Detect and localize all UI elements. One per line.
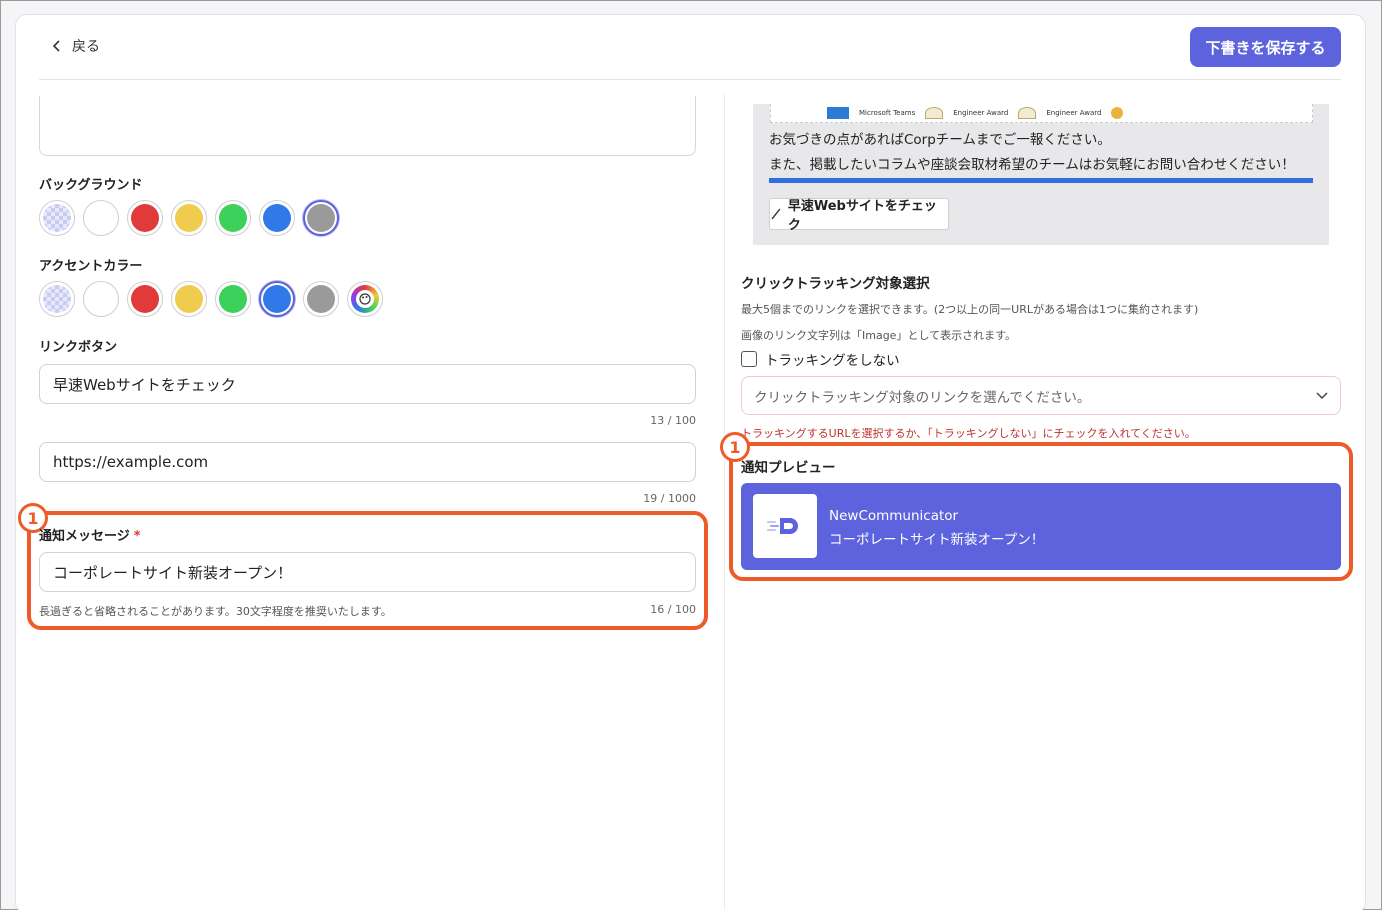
award-medal-icon xyxy=(1018,107,1037,119)
accent-swatch-gray[interactable] xyxy=(303,281,339,317)
accent-swatch-blue[interactable] xyxy=(259,281,295,317)
trophy-icon xyxy=(1111,107,1124,119)
slash-icon xyxy=(771,208,781,220)
background-swatch-red[interactable] xyxy=(127,200,163,236)
notif-message-label: 通知メッセージ * xyxy=(39,525,141,544)
teams-badge-icon xyxy=(827,107,849,119)
badge-label: Microsoft Teams xyxy=(859,109,916,117)
back-label: 戻る xyxy=(72,39,100,55)
background-swatch-green[interactable] xyxy=(215,200,251,236)
chevron-left-icon xyxy=(52,40,60,52)
notif-message-label-text: 通知メッセージ xyxy=(39,529,130,544)
badge-strip: Microsoft Teams Engineer Award Engineer … xyxy=(770,104,1313,123)
app-logo-icon xyxy=(753,494,817,558)
preview-link-button[interactable]: 早速Webサイトをチェック xyxy=(769,198,949,233)
preview-text-line1: お気づきの点があればCorpチームまでご一報ください。 xyxy=(769,132,1111,148)
accent-swatch-white[interactable] xyxy=(83,281,119,317)
tracking-link-select[interactable]: クリックトラッキング対象のリンクを選んでください。 xyxy=(741,376,1341,415)
notif-preview-message: コーポレートサイト新装オープン！ xyxy=(829,532,1045,548)
tracking-error-text: トラッキングするURLを選択するか、「トラッキングしない」にチェックを入れてくだ… xyxy=(741,427,1196,440)
preview-text-line2: また、掲載したいコラムや座談会取材希望のチームはお気軽にお問い合わせください！ xyxy=(769,157,1295,173)
notif-app-name: NewCommunicator xyxy=(829,508,959,524)
tracking-select-placeholder: クリックトラッキング対象のリンクを選んでください。 xyxy=(754,389,1091,406)
no-tracking-row[interactable]: トラッキングをしない xyxy=(741,349,900,369)
tracking-hint-1: 最大5個までのリンクを選択できます。(2つ以上の同一URLがある場合は1つに集約… xyxy=(741,303,1199,316)
background-label: バックグラウンド xyxy=(39,178,143,193)
tracking-hint-2: 画像のリンク文字列は「Image」として表示されます。 xyxy=(741,329,1017,342)
accent-swatch-yellow[interactable] xyxy=(171,281,207,317)
required-mark: * xyxy=(133,529,141,544)
background-swatch-yellow[interactable] xyxy=(171,200,207,236)
notif-message-count: 16 / 100 xyxy=(650,603,696,616)
preview-link-button-label: 早速Webサイトをチェック xyxy=(787,199,937,233)
back-link[interactable]: 戻る xyxy=(52,36,100,56)
column-divider xyxy=(724,94,725,910)
background-swatch-gray[interactable] xyxy=(303,200,339,236)
notif-message-input[interactable]: コーポレートサイト新装オープン！ xyxy=(39,552,696,592)
notif-message-hint: 長過ぎると省略されることがあります。30文字程度を推奨いたします。 xyxy=(39,605,392,618)
link-url-input[interactable]: https://example.com xyxy=(39,442,696,482)
body-textarea[interactable] xyxy=(39,96,696,156)
background-swatch-blue[interactable] xyxy=(259,200,295,236)
no-tracking-checkbox[interactable] xyxy=(741,351,757,367)
save-draft-button[interactable]: 下書きを保存する xyxy=(1190,27,1341,67)
background-swatches xyxy=(39,200,339,236)
link-button-text-count: 13 / 100 xyxy=(650,414,696,427)
accent-swatch-red[interactable] xyxy=(127,281,163,317)
background-swatch-white[interactable] xyxy=(83,200,119,236)
link-button-label: リンクボタン xyxy=(39,340,118,355)
chevron-down-icon xyxy=(1316,391,1328,399)
accent-swatch-green[interactable] xyxy=(215,281,251,317)
accent-color-label: アクセントカラー xyxy=(39,259,143,274)
link-url-count: 19 / 1000 xyxy=(643,492,696,505)
no-tracking-label: トラッキングをしない xyxy=(765,353,900,369)
tracking-label: クリックトラッキング対象選択 xyxy=(741,276,930,292)
header-divider xyxy=(39,79,1341,80)
background-swatch-transparent[interactable] xyxy=(39,200,75,236)
notif-preview-card: NewCommunicator コーポレートサイト新装オープン！ xyxy=(741,483,1341,570)
preview-accent-bar xyxy=(769,178,1313,183)
badge-label: Engineer Award xyxy=(953,109,1009,117)
notif-preview-label: 通知プレビュー xyxy=(741,460,836,476)
accent-swatch-custom[interactable] xyxy=(347,281,383,317)
accent-swatches xyxy=(39,281,383,317)
link-button-text-input[interactable]: 早速Webサイトをチェック xyxy=(39,364,696,404)
award-medal-icon xyxy=(925,107,944,119)
badge-label: Engineer Award xyxy=(1046,109,1102,117)
accent-swatch-transparent[interactable] xyxy=(39,281,75,317)
palette-icon xyxy=(359,293,371,305)
